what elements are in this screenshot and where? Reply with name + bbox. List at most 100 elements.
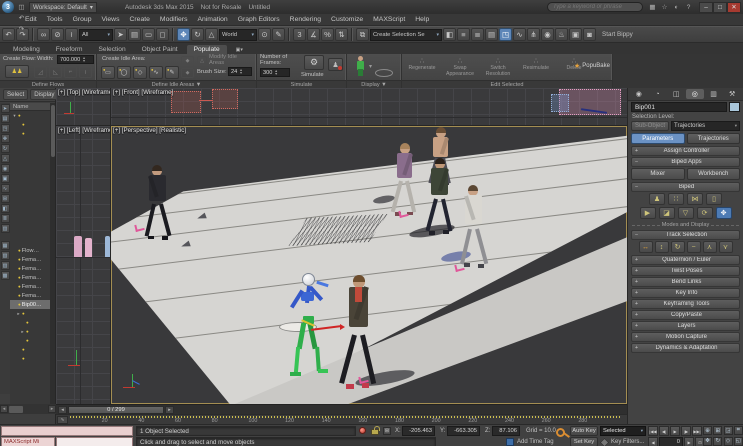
- idle-area-shape-alt-icon[interactable]: ◆: [181, 68, 194, 78]
- rollout-biped[interactable]: − Biped: [631, 182, 740, 192]
- set-keys-icon[interactable]: [556, 428, 565, 437]
- macro-recorder-field[interactable]: [1, 426, 133, 436]
- explorer-tool-icon-6[interactable]: △: [0, 154, 10, 163]
- edit-named-selection-sets-icon[interactable]: ⧉: [356, 28, 369, 41]
- light-bulb-icon[interactable]: ●: [18, 293, 21, 298]
- menu-animation[interactable]: Animation: [192, 14, 232, 25]
- create-tab-icon[interactable]: ◉: [630, 89, 648, 99]
- simulate-group-label[interactable]: Simulate: [257, 80, 346, 88]
- tree-row-1[interactable]: ▾ ●: [10, 111, 51, 120]
- light-bulb-icon[interactable]: ●: [22, 311, 25, 316]
- add-time-tag-icon[interactable]: [506, 438, 514, 446]
- viewport-top-label[interactable]: [+] [Top] [Wireframe]: [58, 89, 110, 96]
- bind-to-space-warp-icon[interactable]: ≀: [65, 28, 78, 41]
- menu-customize[interactable]: Customize: [326, 14, 368, 25]
- convert-icon[interactable]: ⟳: [696, 207, 713, 219]
- select-and-move-icon[interactable]: ✥: [177, 28, 190, 41]
- field-of-view-icon[interactable]: ◇: [723, 436, 733, 446]
- explorer-tool-icon-3[interactable]: ◳: [0, 124, 10, 133]
- sub-object-dropdown[interactable]: Trajectories ▾: [671, 121, 740, 131]
- ribbon-tab-modeling[interactable]: Modeling: [6, 45, 47, 54]
- body-horizontal-icon[interactable]: ↔: [638, 241, 653, 253]
- percent-snap-icon[interactable]: %: [321, 28, 334, 41]
- trajectories-mode-button[interactable]: Trajectories: [686, 133, 740, 144]
- light-bulb-icon[interactable]: ●: [26, 320, 29, 325]
- explorer-tool-icon-12[interactable]: ≣: [0, 214, 10, 223]
- viewport-perspective[interactable]: [+] [Perspective] [Realistic]: [111, 126, 627, 404]
- viewport-left-label[interactable]: [+] [Left] [Wireframe]: [58, 127, 110, 134]
- favorites-icon[interactable]: ☆: [659, 2, 670, 13]
- search-input[interactable]: [547, 2, 643, 12]
- layer-manager-icon[interactable]: ≣: [471, 28, 484, 41]
- footstep-mode-icon[interactable]: ∷: [668, 193, 684, 205]
- light-bulb-icon[interactable]: ●: [22, 347, 25, 352]
- snaps-toggle-3d-icon[interactable]: 3: [293, 28, 306, 41]
- idle-ellipse-icon[interactable]: ● ◯: [117, 66, 131, 79]
- viewport-left[interactable]: [+] [Left] [Wireframe]: [56, 126, 110, 404]
- z-coordinate-field[interactable]: 87.106: [492, 426, 520, 436]
- light-bulb-icon[interactable]: ●: [22, 122, 25, 127]
- modify-idle-areas-label[interactable]: Modify Idle Areas: [209, 54, 253, 67]
- maximize-button[interactable]: □: [713, 1, 727, 13]
- zoom-region-icon[interactable]: ⌗: [733, 426, 743, 435]
- menu-tools[interactable]: Tools: [42, 14, 68, 25]
- mirror-icon[interactable]: ◧: [443, 28, 456, 41]
- merge-flows-icon[interactable]: ⌐: [64, 66, 77, 78]
- explorer-tool-icon-14[interactable]: ▦: [0, 241, 10, 250]
- tree-row-2[interactable]: ●: [10, 120, 51, 129]
- rollout-copy-paste[interactable]: + Copy/Paste: [631, 310, 740, 320]
- explorer-tool-icon-13[interactable]: ▥: [0, 224, 10, 233]
- schematic-view-icon[interactable]: ⋔: [527, 28, 540, 41]
- tree-row-13[interactable]: ▸ ●: [10, 327, 51, 336]
- tree-row-5[interactable]: ● Fema…: [10, 255, 51, 264]
- undo-icon[interactable]: ↶: [2, 28, 15, 41]
- key-mode-toggle-button[interactable]: ◀: [648, 437, 658, 446]
- ribbon-tab-freeform[interactable]: Freeform: [49, 45, 90, 54]
- flow-width-spinner[interactable]: 700.000 ▲ ▼: [57, 55, 94, 64]
- explorer-tool-icon-5[interactable]: ↻: [0, 144, 10, 153]
- utilities-tab-icon[interactable]: ⚒: [723, 89, 741, 99]
- light-bulb-icon[interactable]: ●: [22, 131, 25, 136]
- light-bulb-icon[interactable]: ●: [18, 113, 21, 118]
- minimize-button[interactable]: –: [699, 1, 713, 13]
- render-setup-icon[interactable]: ♨: [555, 28, 568, 41]
- maximize-viewport-icon[interactable]: ◱: [733, 436, 743, 446]
- viewport-perspective-label[interactable]: [+] [Perspective] [Realistic]: [113, 127, 186, 134]
- x-coordinate-field[interactable]: -205.463: [402, 426, 435, 436]
- selection-filter-dropdown[interactable]: All ▾: [79, 28, 113, 41]
- select-object-icon[interactable]: ➤: [114, 28, 127, 41]
- maxscript-mini-listener-field[interactable]: [56, 437, 133, 446]
- orbit-icon[interactable]: ↻: [713, 436, 723, 446]
- display-group-label[interactable]: Display ▼: [347, 80, 401, 88]
- display-tab[interactable]: Display: [30, 89, 59, 100]
- tree-row-12[interactable]: ●: [10, 318, 51, 327]
- simulate-button-label[interactable]: Simulate: [301, 72, 324, 78]
- scroll-left-arrow[interactable]: ◂: [0, 405, 8, 413]
- explorer-tool-icon-15[interactable]: ▧: [0, 251, 10, 260]
- zoom-all-icon[interactable]: ⊞: [713, 426, 723, 435]
- named-selection-sets-dropdown[interactable]: Create Selection Se ▾: [370, 28, 442, 41]
- select-and-link-icon[interactable]: ∞: [37, 28, 50, 41]
- lock-com-keying-icon[interactable]: −: [686, 241, 701, 253]
- explorer-tool-icon-10[interactable]: ⊞: [0, 194, 10, 203]
- go-to-start-button[interactable]: |◀◀: [648, 426, 658, 436]
- rollout-assign-controller[interactable]: + Assign Controller: [631, 146, 740, 156]
- time-slider[interactable]: ◂ 0 / 299 ▸: [56, 404, 627, 414]
- move-all-mode-icon[interactable]: ✥: [715, 207, 732, 219]
- tree-row-4[interactable]: ● Flow…: [10, 246, 51, 255]
- light-bulb-icon[interactable]: ●: [18, 248, 21, 253]
- selection-set-dropdown[interactable]: Selected ▾: [600, 426, 646, 436]
- modify-tab-icon[interactable]: ◔: [649, 89, 667, 99]
- number-of-frames-spinner[interactable]: 300 ▲ ▼: [260, 68, 290, 77]
- button-regenerate[interactable]: ∴ Regenerate: [403, 55, 441, 77]
- create-flow-icon[interactable]: ♟♟: [5, 65, 29, 78]
- object-name-field[interactable]: Bip001: [631, 102, 727, 112]
- tree-row-11[interactable]: ▸ ●: [10, 309, 51, 318]
- tree-row-7[interactable]: ● Fema…: [10, 273, 51, 282]
- rollout-motion-capture[interactable]: + Motion Capture: [631, 332, 740, 342]
- idle-rectangle-icon[interactable]: ● ▭: [101, 66, 115, 79]
- key-filters-icon[interactable]: [599, 437, 610, 446]
- motion-flow-mode-icon[interactable]: ⋈: [687, 193, 703, 205]
- time-slider-previous-arrow[interactable]: ◂: [58, 405, 67, 414]
- display-people-icon[interactable]: [355, 56, 365, 76]
